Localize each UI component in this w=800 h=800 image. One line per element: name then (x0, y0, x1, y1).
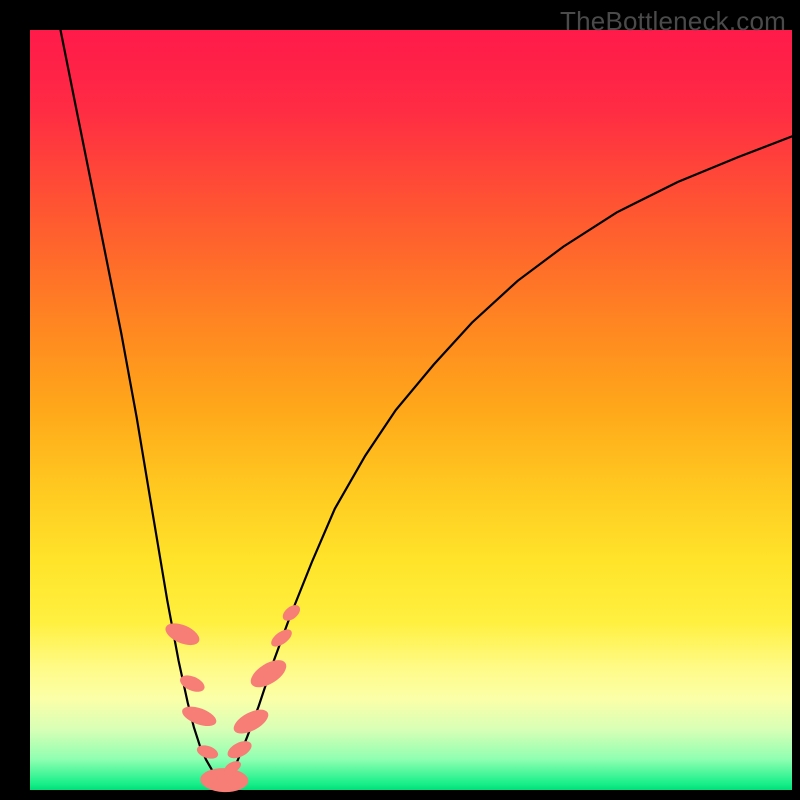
chart-frame: TheBottleneck.com (0, 0, 800, 800)
plot-background (30, 30, 792, 790)
